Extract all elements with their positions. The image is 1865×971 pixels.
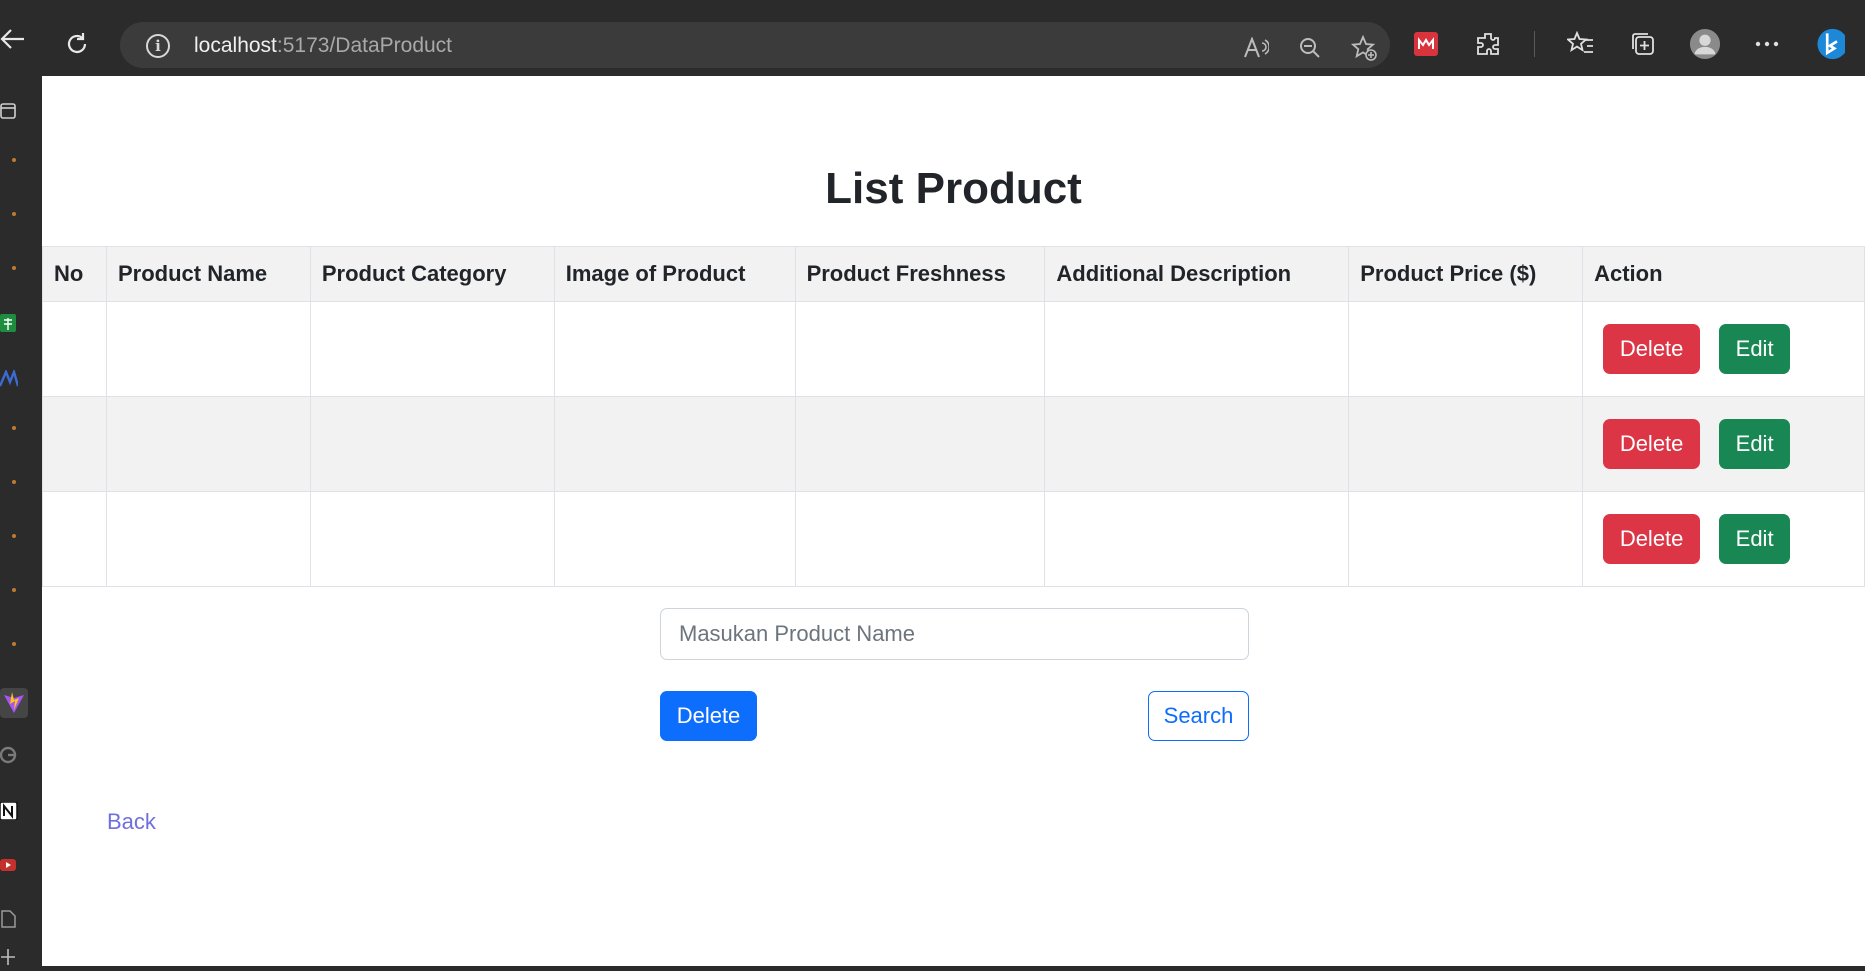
- column-header-product-name: Product Name: [105, 246, 311, 302]
- cell-product-name: [105, 396, 311, 492]
- document-icon[interactable]: [0, 910, 18, 928]
- extension-red-icon[interactable]: [1410, 28, 1442, 60]
- column-header-product-price: Product Price ($): [1348, 246, 1584, 302]
- cell-price: [1348, 491, 1584, 587]
- add-favorite-icon[interactable]: [1348, 32, 1380, 64]
- browser-sidebar: [0, 76, 42, 966]
- more-options-icon[interactable]: [1751, 28, 1783, 60]
- page-title: List Product: [825, 164, 1082, 213]
- bing-chat-icon[interactable]: [1813, 28, 1845, 60]
- tab-dot[interactable]: [12, 158, 16, 162]
- cell-no: [42, 491, 107, 587]
- toolbar-separator: [1534, 31, 1535, 57]
- cell-image: [553, 491, 796, 587]
- collections-icon[interactable]: [1627, 28, 1659, 60]
- profile-avatar-icon[interactable]: [1689, 28, 1721, 60]
- delete-button[interactable]: Delete: [660, 691, 757, 741]
- notion-icon[interactable]: [0, 801, 18, 821]
- cell-price: [1348, 396, 1584, 492]
- row-edit-button[interactable]: Edit: [1719, 324, 1791, 374]
- back-link[interactable]: Back: [107, 809, 156, 835]
- table-header-row: No Product Name Product Category Image o…: [42, 246, 1865, 302]
- read-aloud-icon[interactable]: [1240, 32, 1272, 64]
- cell-product-category: [309, 491, 555, 587]
- youtube-icon[interactable]: [0, 856, 18, 874]
- row-delete-button[interactable]: Delete: [1603, 514, 1701, 564]
- cell-no: [42, 396, 107, 492]
- product-name-search-input[interactable]: [660, 608, 1249, 660]
- tab-dot[interactable]: [12, 266, 16, 270]
- cell-freshness: [794, 491, 1046, 587]
- tab-dot[interactable]: [12, 588, 16, 592]
- cell-no: [42, 301, 107, 397]
- row-delete-button[interactable]: Delete: [1603, 324, 1701, 374]
- add-tab-icon[interactable]: [0, 948, 18, 966]
- zoom-out-icon[interactable]: [1294, 32, 1326, 64]
- column-header-no: No: [42, 246, 107, 302]
- page-content: List Product No Product Name Product Cat…: [42, 76, 1865, 966]
- row-delete-button[interactable]: Delete: [1603, 419, 1701, 469]
- cell-description: [1044, 396, 1350, 492]
- url-text: localhost:5173/DataProduct: [194, 34, 453, 57]
- column-header-additional-description: Additional Description: [1044, 246, 1350, 302]
- vite-tab-icon[interactable]: [0, 688, 28, 718]
- app-icon[interactable]: [0, 368, 20, 388]
- tab-dot[interactable]: [12, 642, 16, 646]
- tab-dot[interactable]: [12, 480, 16, 484]
- extensions-icon[interactable]: [1472, 28, 1504, 60]
- column-header-product-category: Product Category: [309, 246, 555, 302]
- favorites-icon[interactable]: [1565, 28, 1597, 60]
- back-arrow-icon[interactable]: [0, 28, 26, 50]
- cell-product-category: [309, 396, 555, 492]
- browser-toolbar: i localhost:5173/DataProduct: [0, 0, 1865, 76]
- cell-description: [1044, 491, 1350, 587]
- sheets-icon[interactable]: [0, 314, 18, 332]
- site-info-icon[interactable]: i: [146, 34, 170, 58]
- column-header-product-freshness: Product Freshness: [794, 246, 1046, 302]
- cell-freshness: [794, 396, 1046, 492]
- cell-image: [553, 396, 796, 492]
- product-table: No Product Name Product Category Image o…: [42, 246, 1865, 587]
- cell-product-category: [309, 301, 555, 397]
- cell-action: Delete Edit: [1582, 491, 1865, 587]
- tab-dot[interactable]: [12, 426, 16, 430]
- tab-actions-icon[interactable]: [0, 102, 18, 120]
- address-bar[interactable]: i localhost:5173/DataProduct: [120, 22, 1390, 68]
- row-edit-button[interactable]: Edit: [1719, 419, 1791, 469]
- column-header-action: Action: [1582, 246, 1865, 302]
- table-row: Delete Edit: [42, 301, 1865, 397]
- cell-freshness: [794, 301, 1046, 397]
- cell-action: Delete Edit: [1582, 396, 1865, 492]
- search-button[interactable]: Search: [1148, 691, 1249, 741]
- cell-product-name: [105, 491, 311, 587]
- cell-product-name: [105, 301, 311, 397]
- cell-image: [553, 301, 796, 397]
- google-icon[interactable]: [0, 746, 18, 764]
- cell-action: Delete Edit: [1582, 301, 1865, 397]
- column-header-image-of-product: Image of Product: [553, 246, 796, 302]
- table-row: Delete Edit: [42, 491, 1865, 587]
- row-edit-button[interactable]: Edit: [1719, 514, 1791, 564]
- cell-description: [1044, 301, 1350, 397]
- reload-icon[interactable]: [64, 31, 90, 57]
- tab-dot[interactable]: [12, 534, 16, 538]
- table-row: Delete Edit: [42, 396, 1865, 492]
- cell-price: [1348, 301, 1584, 397]
- tab-dot[interactable]: [12, 212, 16, 216]
